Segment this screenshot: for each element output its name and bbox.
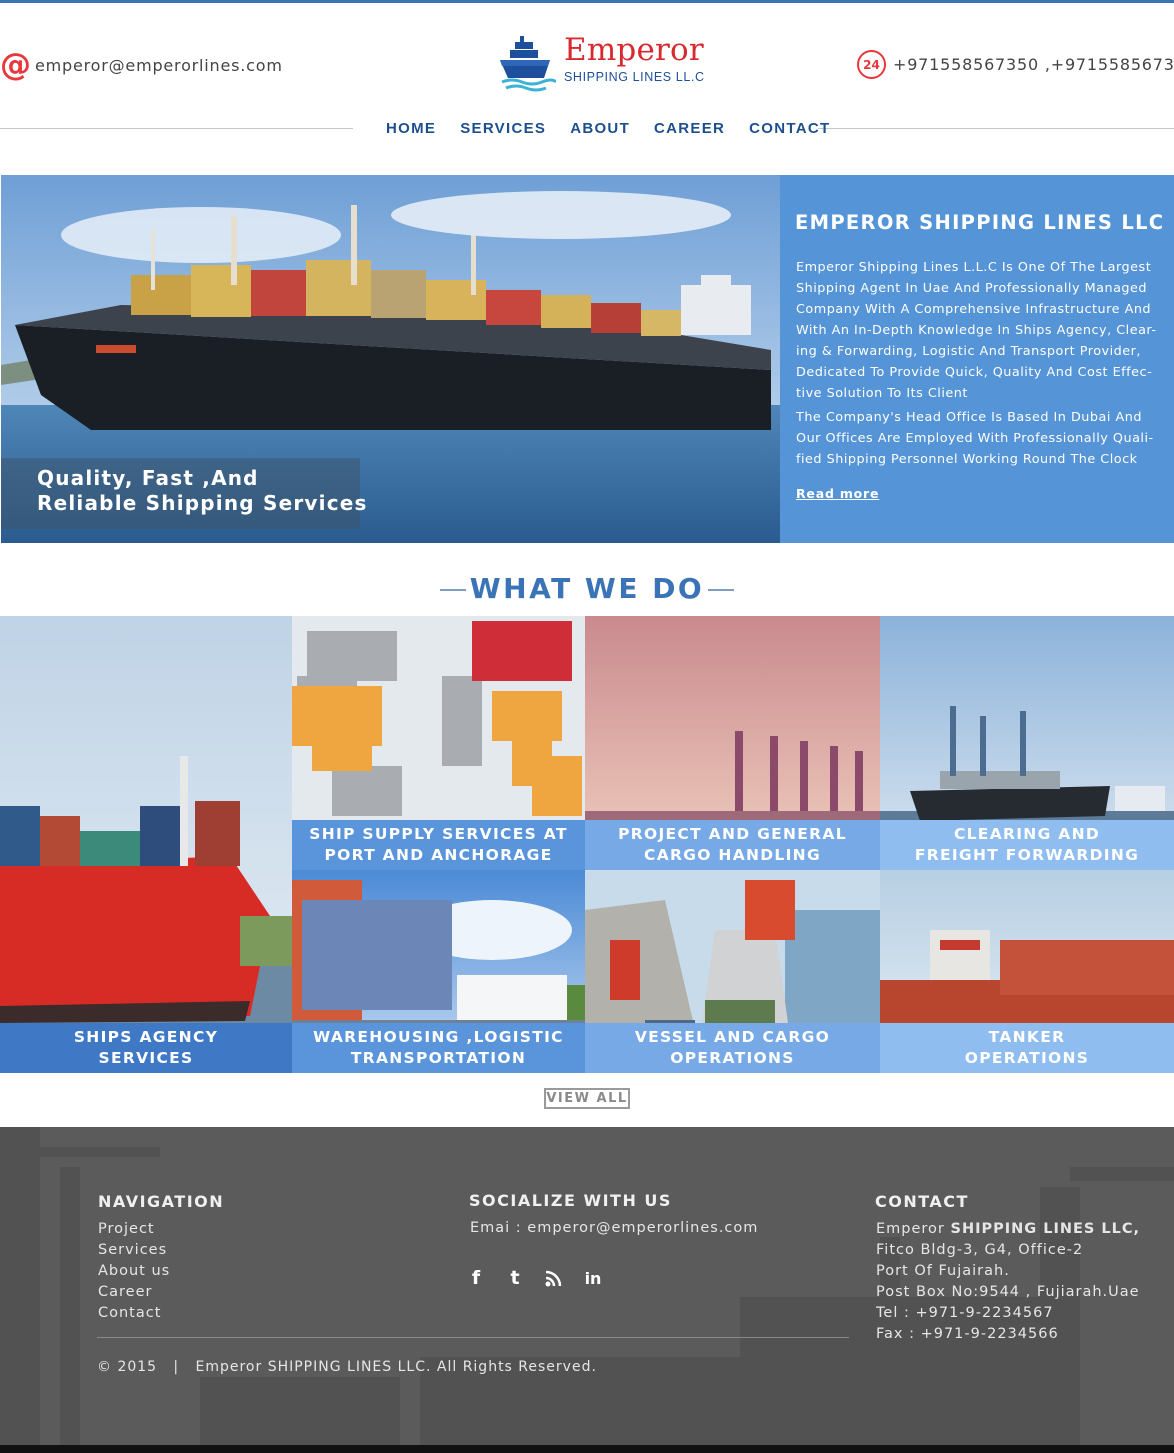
nav-divider-left (0, 128, 353, 129)
tile-label-line-2: OPERATIONS (964, 1049, 1090, 1067)
footer-contact-line: Post Box No:9544 , Fujiarah.Uae (876, 1284, 1140, 1300)
tile-label-line-1: VESSEL AND CARGO (634, 1028, 831, 1046)
twitter-icon[interactable]: t (505, 1267, 525, 1289)
tile-label: PROJECT AND GENERAL CARGO HANDLING (585, 820, 880, 870)
tile-label-line-1: SHIPS AGENCY (73, 1028, 219, 1046)
tile-label-line-2: CARGO HANDLING (644, 846, 821, 864)
tile-label: WAREHOUSING ,LOGISTIC TRANSPORTATION (292, 1023, 585, 1073)
header-phone-text: +971558567350 ,+971558567360 (893, 55, 1174, 74)
tile-label-line-2: TRANSPORTATION (350, 1049, 527, 1067)
footer-contact-block: Emperor SHIPPING LINES LLC, Fitco Bldg-3… (876, 1219, 1140, 1345)
nav-home[interactable]: HOME (386, 120, 436, 137)
tile-label-line-2: OPERATIONS (670, 1049, 795, 1067)
header-phone[interactable]: 24 +971558567350 ,+971558567360 (857, 50, 1174, 79)
main-nav: HOME SERVICES ABOUT CAREER CONTACT (386, 120, 854, 137)
linkedin-icon[interactable]: in (583, 1267, 603, 1289)
service-tile-vessel-cargo[interactable]: VESSEL AND CARGO OPERATIONS (585, 870, 880, 1073)
service-tile-ships-agency[interactable]: SHIPS AGENCY SERVICES (0, 616, 292, 1073)
tile-label: SHIPS AGENCY SERVICES (0, 1023, 292, 1073)
tile-label-line-1: TANKER (988, 1028, 1066, 1046)
footer-divider (97, 1337, 849, 1338)
hero-caption-line-1: Quality, Fast ,And (37, 466, 259, 490)
footer-contact-company: Emperor SHIPPING LINES LLC, (876, 1219, 1140, 1240)
heading-dash-left (439, 589, 466, 591)
company-logo[interactable]: Emperor SHIPPING LINES LL.C (498, 34, 705, 96)
what-we-do-title: WHAT WE DO (469, 572, 705, 605)
ships-agency-image (0, 616, 292, 1073)
footer-nav-list: Project Services About us Career Contact (98, 1219, 170, 1324)
nav-about[interactable]: ABOUT (570, 120, 630, 137)
tile-label-line-1: CLEARING AND (953, 825, 1101, 843)
header-email[interactable]: @ emperor@emperorlines.com (0, 47, 283, 83)
tile-label-line-2: SERVICES (98, 1049, 194, 1067)
tile-label-line-2: PORT AND ANCHORAGE (324, 846, 553, 864)
read-more-link[interactable]: Read more (796, 486, 879, 501)
view-all-button[interactable]: VIEW ALL (544, 1088, 630, 1109)
logo-subtitle: SHIPPING LINES LL.C (564, 70, 705, 84)
tile-label-line-1: SHIP SUPPLY SERVICES AT (309, 825, 568, 843)
footer-link-project[interactable]: Project (98, 1219, 170, 1240)
service-tile-clearing-forwarding[interactable]: CLEARING AND FREIGHT FORWARDING (880, 616, 1174, 870)
24-hour-icon: 24 (857, 50, 886, 79)
logo-name: Emperor (564, 32, 704, 68)
footer-social-heading: SOCIALIZE WITH US (469, 1191, 672, 1210)
hero-paragraph-2: The Company's Head Office Is Based In Du… (796, 410, 1154, 467)
hero-caption-line-2: Reliable Shipping Services (37, 491, 368, 515)
facebook-icon[interactable]: f (466, 1267, 486, 1289)
email-at-icon: @ (0, 47, 31, 83)
tile-label-line-2: FREIGHT FORWARDING (914, 846, 1140, 864)
ship-logo-icon (500, 36, 556, 92)
footer-contact-tel: Tel : +971-9-2234567 (876, 1305, 1054, 1321)
copyright: © 2015 | Emperor SHIPPING LINES LLC. All… (97, 1359, 597, 1375)
service-tile-ship-supply[interactable]: SHIP SUPPLY SERVICES AT PORT AND ANCHORAG… (292, 616, 585, 870)
footer-social-email[interactable]: Emai : emperor@emperorlines.com (470, 1218, 758, 1239)
footer-contact-heading: CONTACT (875, 1192, 969, 1211)
service-tile-tanker[interactable]: TANKER OPERATIONS (880, 870, 1174, 1073)
nav-career[interactable]: CAREER (654, 120, 725, 137)
footer-link-services[interactable]: Services (98, 1240, 170, 1261)
top-accent-bar (0, 0, 1174, 3)
footer-contact-prefix: Emperor (876, 1221, 951, 1237)
footer-link-contact[interactable]: Contact (98, 1303, 170, 1324)
tile-label: SHIP SUPPLY SERVICES AT PORT AND ANCHORAG… (292, 820, 585, 870)
rss-icon[interactable] (544, 1267, 564, 1289)
hero-caption: Quality, Fast ,And Reliable Shipping Ser… (37, 466, 368, 516)
tile-label: CLEARING AND FREIGHT FORWARDING (880, 820, 1174, 870)
footer-contact-line: Fitco Bldg-3, G4, Office-2 (876, 1242, 1084, 1258)
tile-label-line-1: PROJECT AND GENERAL (618, 825, 847, 843)
what-we-do-heading: WHAT WE DO (0, 572, 1174, 605)
footer-contact-name: SHIPPING LINES LLC, (950, 1221, 1141, 1237)
hero-title: EMPEROR SHIPPING LINES LLC (795, 211, 1165, 234)
footer-contact-line: Port Of Fujairah. (876, 1263, 1010, 1279)
service-tile-project-cargo[interactable]: PROJECT AND GENERAL CARGO HANDLING (585, 616, 880, 870)
footer-link-career[interactable]: Career (98, 1282, 170, 1303)
footer-contact-fax: Fax : +971-9-2234566 (876, 1326, 1059, 1342)
service-tile-warehousing[interactable]: WAREHOUSING ,LOGISTIC TRANSPORTATION (292, 870, 585, 1073)
hero-paragraph-1: Emperor Shipping Lines L.L.C Is One Of T… (796, 260, 1157, 401)
footer-nav-heading: NAVIGATION (98, 1192, 225, 1211)
social-icons: f t in (466, 1267, 622, 1289)
tile-label-line-1: WAREHOUSING ,LOGISTIC (313, 1028, 564, 1046)
tile-label: VESSEL AND CARGO OPERATIONS (585, 1023, 880, 1073)
nav-divider-right (818, 128, 1174, 129)
footer-link-about[interactable]: About us (98, 1261, 170, 1282)
footer-bottom-bar (0, 1445, 1174, 1453)
heading-dash-right (708, 589, 735, 591)
nav-contact[interactable]: CONTACT (749, 120, 830, 137)
tile-label: TANKER OPERATIONS (880, 1023, 1174, 1073)
header-email-text: emperor@emperorlines.com (35, 55, 283, 75)
nav-services[interactable]: SERVICES (460, 120, 546, 137)
